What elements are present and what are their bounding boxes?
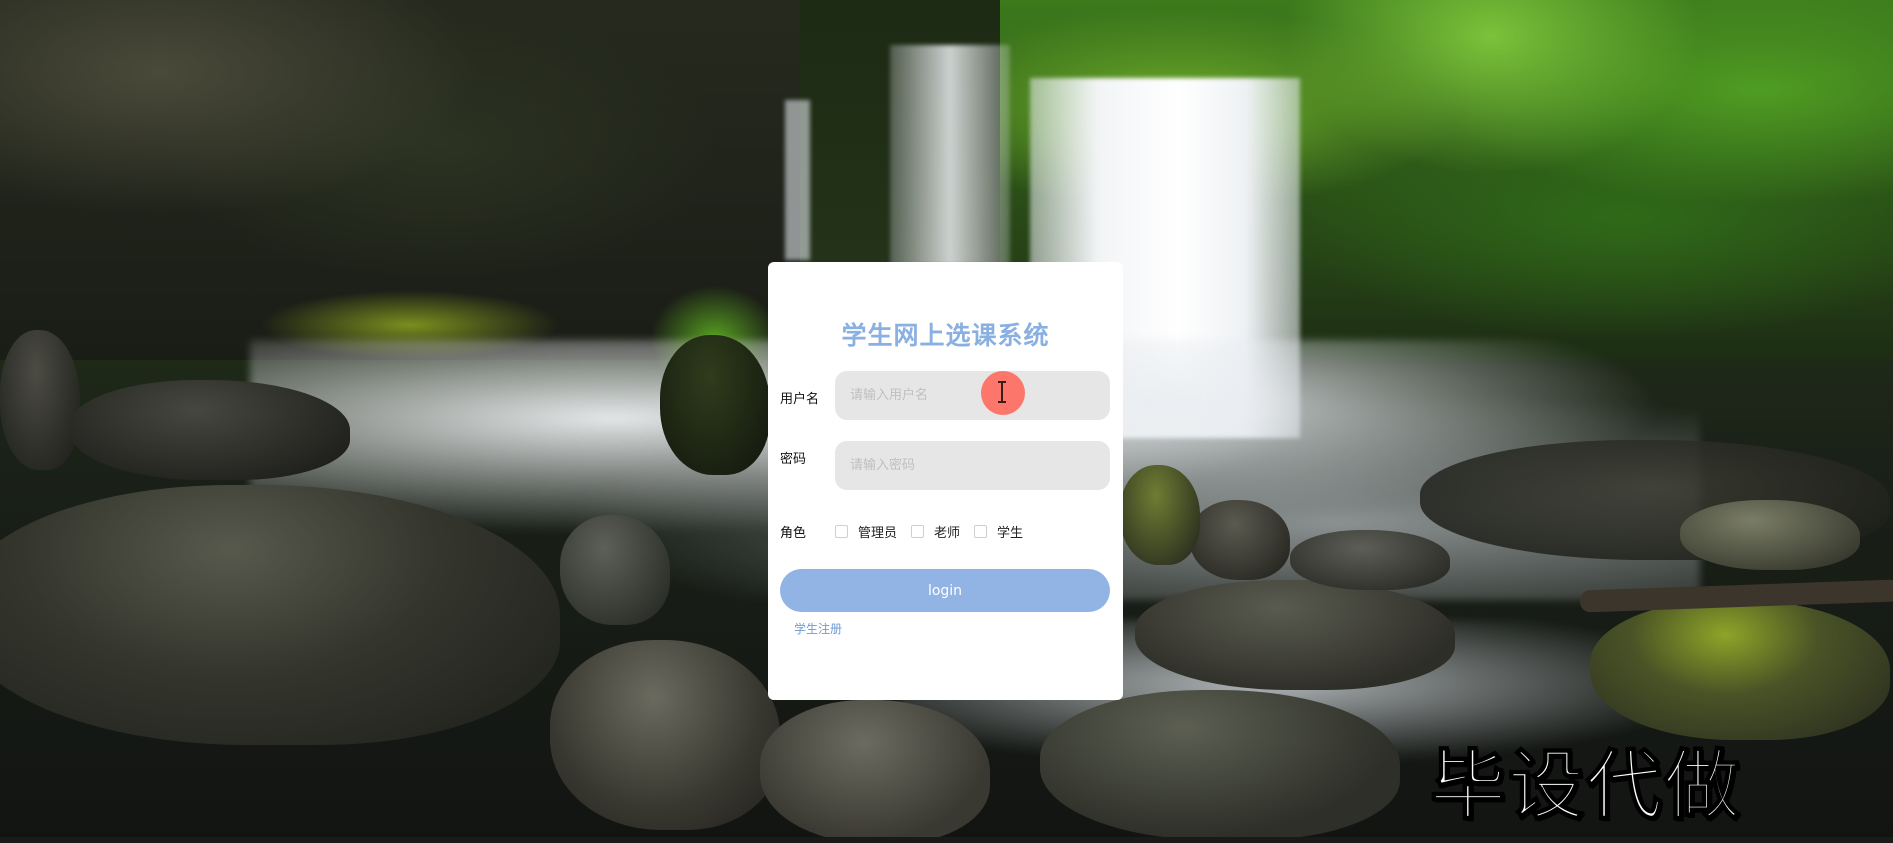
cursor-highlight <box>981 371 1025 415</box>
login-button[interactable]: login <box>780 569 1110 612</box>
rock <box>1680 500 1860 570</box>
rock <box>1190 500 1290 580</box>
rock <box>1135 580 1455 690</box>
password-label: 密码 <box>780 452 807 467</box>
bottom-edge <box>0 837 1893 843</box>
watermark-text: 毕设代做 <box>1429 741 1742 830</box>
role-option-label: 老师 <box>934 525 961 541</box>
role-selector: 管理员 老师 学生 <box>835 521 1037 541</box>
background-scene: 学生网上选课系统 用户名 密码 角色 管理员 老师 学生 login 学生注册 … <box>0 0 1893 843</box>
role-label: 角色 <box>780 526 807 541</box>
password-input[interactable] <box>835 441 1110 490</box>
rock <box>560 515 670 625</box>
role-checkbox[interactable] <box>974 524 988 538</box>
username-label: 用户名 <box>780 392 820 407</box>
role-option-admin[interactable]: 管理员 <box>835 522 897 541</box>
role-option-teacher[interactable]: 老师 <box>911 522 960 541</box>
role-checkbox[interactable] <box>835 524 848 538</box>
role-option-label: 管理员 <box>858 525 898 541</box>
rock <box>550 640 780 830</box>
waterfall-stream <box>890 45 1010 265</box>
rock <box>660 335 770 475</box>
role-option-student[interactable]: 学生 <box>974 522 1023 541</box>
login-card: 学生网上选课系统 用户名 密码 角色 管理员 老师 学生 login 学生注册 <box>768 262 1123 700</box>
rock <box>1290 530 1450 590</box>
rock <box>1590 600 1890 740</box>
username-input[interactable] <box>835 371 1110 420</box>
role-option-label: 学生 <box>997 525 1024 541</box>
login-title: 学生网上选课系统 <box>841 321 1050 350</box>
waterfall-stream <box>785 100 810 260</box>
student-register-link[interactable]: 学生注册 <box>794 620 842 637</box>
rock <box>1120 465 1200 565</box>
rock <box>0 330 80 470</box>
role-checkbox[interactable] <box>911 524 925 538</box>
rock <box>0 485 560 745</box>
rock <box>70 380 350 480</box>
text-cursor-icon <box>998 381 1006 403</box>
rock <box>760 700 990 843</box>
rock <box>1040 690 1400 840</box>
